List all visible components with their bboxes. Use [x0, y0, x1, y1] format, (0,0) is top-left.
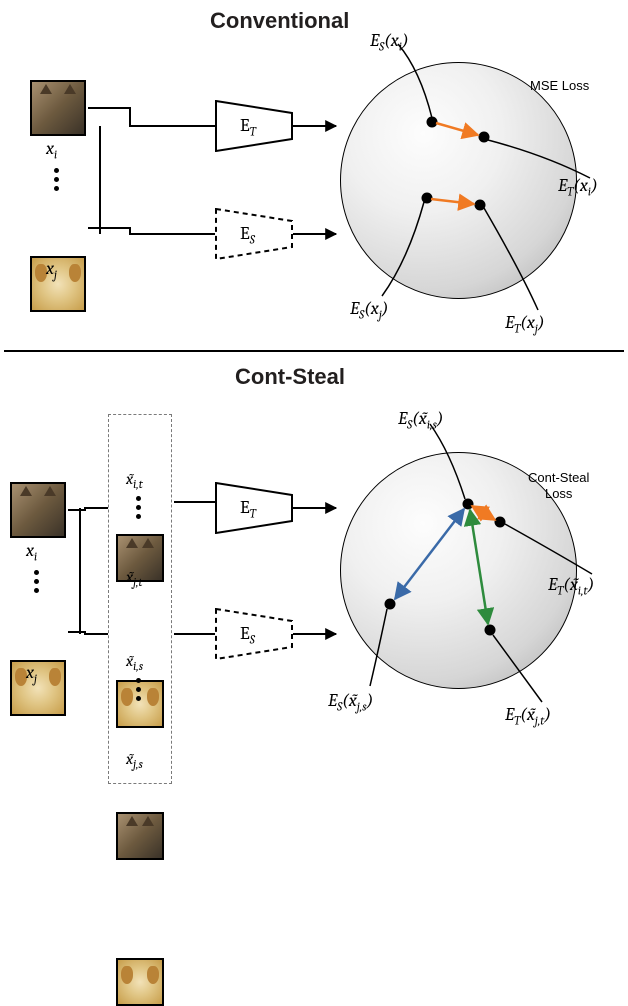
node-es-xis	[463, 499, 474, 510]
input-image-xj	[30, 256, 86, 312]
title-conventional: Conventional	[210, 8, 349, 34]
label-xjs: x̃j,s	[126, 750, 143, 771]
input-image-xi	[30, 80, 86, 136]
input-image-xj-b	[10, 660, 66, 716]
node-es-xj	[422, 193, 433, 204]
node-et-xjt	[485, 625, 496, 636]
anno-et-xit: ET(x̃i,t)	[548, 574, 594, 598]
encoder-es-label: ES	[240, 223, 255, 247]
encoder-et-b-label: ET	[240, 497, 256, 521]
node-et-xj	[475, 200, 486, 211]
cont-steal-panel: Cont-Steal xi xj x̃i,t x̃j,t x̃i,s x̃j,s…	[0, 352, 628, 792]
node-es-xi	[427, 117, 438, 128]
vdots-b2	[136, 492, 141, 523]
encoder-et-label: ET	[240, 115, 256, 139]
mse-loss-label: MSE Loss	[530, 78, 589, 93]
conventional-panel: Conventional xi xj ET ES	[0, 0, 628, 350]
label-xj-b: xj	[26, 662, 37, 686]
embedding-sphere-top	[340, 62, 577, 299]
vdots-b1	[34, 566, 39, 597]
label-xi-b: xi	[26, 540, 37, 564]
anno-es-xis: ES(x̃i,s)	[398, 408, 444, 432]
label-xjt: x̃j,t	[126, 568, 143, 589]
anno-es-xi: ES(xi)	[370, 30, 409, 54]
title-cont-steal: Cont-Steal	[235, 364, 345, 390]
aug-image-xis	[116, 812, 164, 860]
vdots-inputs	[54, 164, 59, 195]
cont-steal-loss-label: Cont-Steal Loss	[528, 470, 589, 501]
anno-et-xjt: ET(x̃j,t)	[505, 704, 551, 728]
aug-image-xjs	[116, 958, 164, 1006]
node-es-xjs	[385, 599, 396, 610]
label-xis: x̃i,s	[126, 652, 143, 673]
encoder-es-b-label: ES	[240, 623, 255, 647]
label-xi: xi	[46, 138, 57, 162]
label-xit: x̃i,t	[126, 470, 143, 491]
vdots-b3	[136, 674, 141, 705]
anno-et-xi: ET(xi)	[558, 175, 598, 199]
label-xj: xj	[46, 258, 57, 282]
anno-et-xj: ET(xj)	[505, 312, 545, 336]
anno-es-xj: ES(xj)	[350, 298, 388, 322]
input-image-xi-b	[10, 482, 66, 538]
anno-es-xjs: ES(x̃j,s)	[328, 690, 373, 714]
node-et-xit	[495, 517, 506, 528]
node-et-xi	[479, 132, 490, 143]
